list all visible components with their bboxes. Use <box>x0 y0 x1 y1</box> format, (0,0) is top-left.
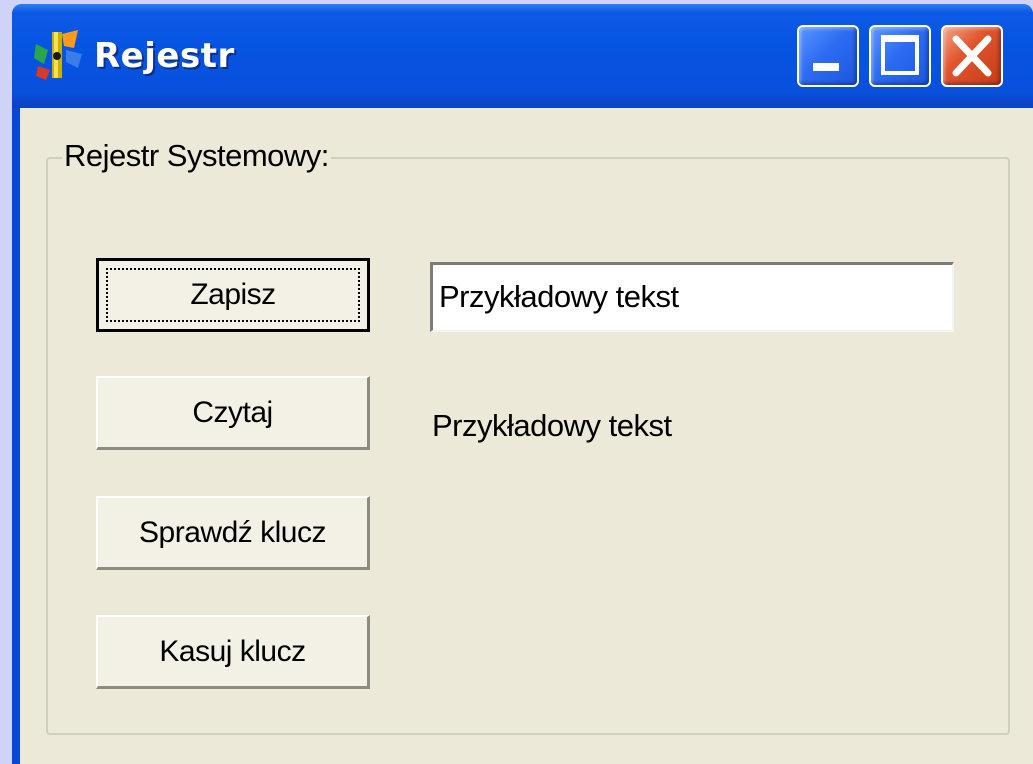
minimize-button[interactable] <box>797 25 859 87</box>
write-button[interactable]: Zapisz <box>96 258 370 332</box>
delete-key-button-label: Kasuj klucz <box>159 634 306 668</box>
title-bar[interactable]: Rejestr <box>12 4 1033 108</box>
registry-app-icon[interactable] <box>32 28 84 82</box>
maximize-icon <box>881 35 919 75</box>
minimize-icon <box>813 63 839 71</box>
close-icon <box>952 35 992 77</box>
text-input[interactable] <box>430 262 954 332</box>
read-result-label: Przykładowy tekst <box>432 408 672 443</box>
rejestr-window: Rejestr Rejestr Systemowy: Zapisz Czytaj… <box>12 4 1033 764</box>
check-key-button[interactable]: Sprawdź klucz <box>96 496 370 570</box>
read-button[interactable]: Czytaj <box>96 376 370 450</box>
check-key-button-label: Sprawdź klucz <box>139 515 326 549</box>
read-button-label: Czytaj <box>192 395 273 429</box>
window-client-area: Rejestr Systemowy: Zapisz Czytaj Przykła… <box>20 108 1033 764</box>
window-title: Rejestr <box>94 36 235 76</box>
maximize-button[interactable] <box>869 25 931 87</box>
close-button[interactable] <box>941 25 1003 87</box>
groupbox-label: Rejestr Systemowy: <box>62 138 331 174</box>
delete-key-button[interactable]: Kasuj klucz <box>96 615 370 689</box>
focus-rectangle <box>106 268 360 322</box>
